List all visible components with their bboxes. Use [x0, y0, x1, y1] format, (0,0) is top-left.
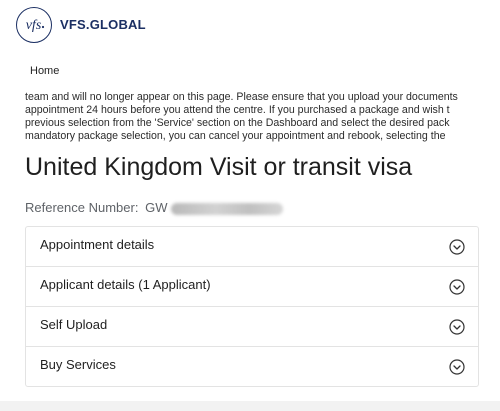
chevron-down-circle-icon[interactable] [449, 239, 465, 255]
chevron-down-circle-icon[interactable] [449, 319, 465, 335]
nav-home-link[interactable]: Home [30, 65, 59, 77]
page-bottom-edge [0, 401, 500, 411]
accordion-item-applicant-details[interactable]: Applicant details (1 Applicant) [26, 267, 478, 307]
notice-line: mandatory package selection, you can can… [25, 130, 446, 142]
page: vfs VFS.GLOBAL Home team and will no lon… [0, 0, 500, 411]
reference-number: Reference Number: GW [25, 200, 284, 215]
brand-name[interactable]: VFS.GLOBAL [60, 17, 146, 32]
accordion-item-label: Appointment details [40, 237, 155, 252]
accordion-item-appointment-details[interactable]: Appointment details [26, 227, 478, 267]
top-nav: Home [0, 52, 500, 90]
details-accordion: Appointment details Applicant details (1… [25, 226, 479, 387]
accordion-item-label: Applicant details (1 Applicant) [40, 277, 211, 292]
accordion-item-self-upload[interactable]: Self Upload [26, 307, 478, 347]
chevron-down-circle-icon[interactable] [449, 359, 465, 375]
page-title: United Kingdom Visit or transit visa [25, 153, 413, 181]
notice-top-clip [0, 86, 500, 92]
accordion-item-buy-services[interactable]: Buy Services [26, 347, 478, 386]
site-header: vfs VFS.GLOBAL [0, 0, 500, 53]
reference-label: Reference Number: [25, 200, 139, 215]
accordion-item-label: Self Upload [40, 317, 108, 332]
svg-text:vfs: vfs [26, 18, 42, 33]
chevron-down-circle-icon[interactable] [449, 279, 465, 295]
notice-line: team and will no longer appear on this p… [25, 91, 458, 103]
vfs-logo-icon[interactable]: vfs [16, 7, 52, 43]
reference-prefix: GW [145, 200, 168, 215]
reference-redacted [171, 202, 284, 215]
notice-line: previous selection from the 'Service' se… [25, 117, 450, 129]
notice-text: team and will no longer appear on this p… [25, 91, 500, 143]
notice-line: appointment 24 hours before you attend t… [25, 104, 450, 116]
accordion-item-label: Buy Services [40, 357, 116, 372]
